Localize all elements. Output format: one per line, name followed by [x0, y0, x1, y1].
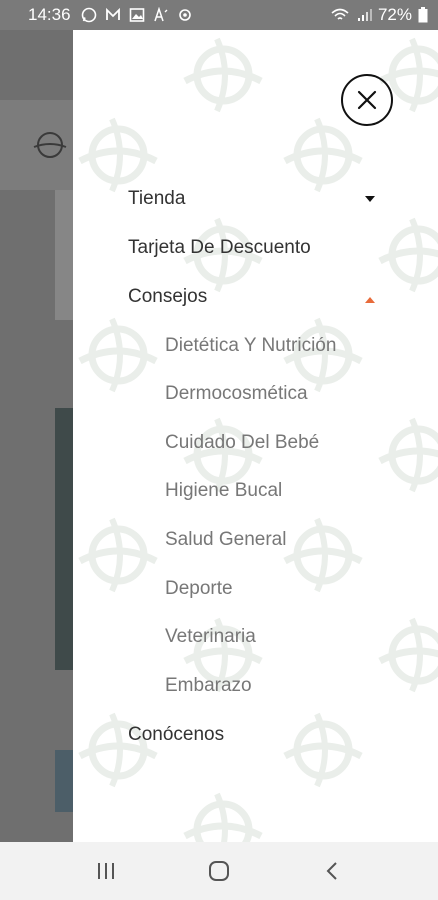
- menu-item-tienda[interactable]: Tienda: [128, 188, 185, 210]
- close-icon: [357, 90, 377, 110]
- submenu-item[interactable]: Deporte: [165, 578, 233, 600]
- notification-icons: [81, 7, 193, 23]
- chevron-up-icon[interactable]: [365, 297, 375, 303]
- battery-icon: [418, 7, 428, 23]
- signal-icon: [357, 9, 372, 21]
- status-bar: 14:36 72%: [0, 0, 438, 30]
- status-time: 14:36: [28, 5, 71, 24]
- settings-icon: [178, 9, 191, 21]
- submenu-item[interactable]: Higiene Bucal: [165, 480, 282, 502]
- close-button[interactable]: [341, 74, 393, 126]
- chevron-down-icon[interactable]: [365, 196, 375, 202]
- back-icon: [326, 862, 337, 880]
- text-size-icon: [153, 7, 168, 22]
- home-icon: [208, 861, 229, 881]
- wifi-icon: [331, 8, 349, 20]
- menu-item-conocenos[interactable]: Conócenos: [128, 724, 224, 746]
- battery-percent: 72%: [377, 5, 412, 24]
- menu-item-tarjeta-descuento[interactable]: Tarjeta De Descuento: [128, 237, 311, 259]
- gallery-icon: [129, 8, 144, 22]
- background-logo-icon: [33, 132, 67, 158]
- submenu-item[interactable]: Dietética Y Nutrición: [165, 335, 336, 357]
- submenu-item[interactable]: Embarazo: [165, 675, 252, 697]
- submenu-item[interactable]: Salud General: [165, 529, 286, 551]
- submenu-item[interactable]: Dermocosmética: [165, 383, 308, 405]
- submenu-item[interactable]: Veterinaria: [165, 626, 256, 648]
- recent-apps-icon: [98, 863, 115, 879]
- gmail-icon: [105, 7, 120, 20]
- side-drawer: Tienda Tarjeta De Descuento Consejos Die…: [73, 30, 438, 842]
- home-button[interactable]: [199, 851, 239, 891]
- status-right: 72%: [330, 5, 428, 25]
- whatsapp-icon: [81, 7, 96, 23]
- recent-apps-button[interactable]: [86, 851, 126, 891]
- menu-item-consejos[interactable]: Consejos: [128, 286, 207, 308]
- back-button[interactable]: [312, 851, 352, 891]
- submenu-item[interactable]: Cuidado Del Bebé: [165, 432, 319, 454]
- system-nav-bar: [0, 842, 438, 900]
